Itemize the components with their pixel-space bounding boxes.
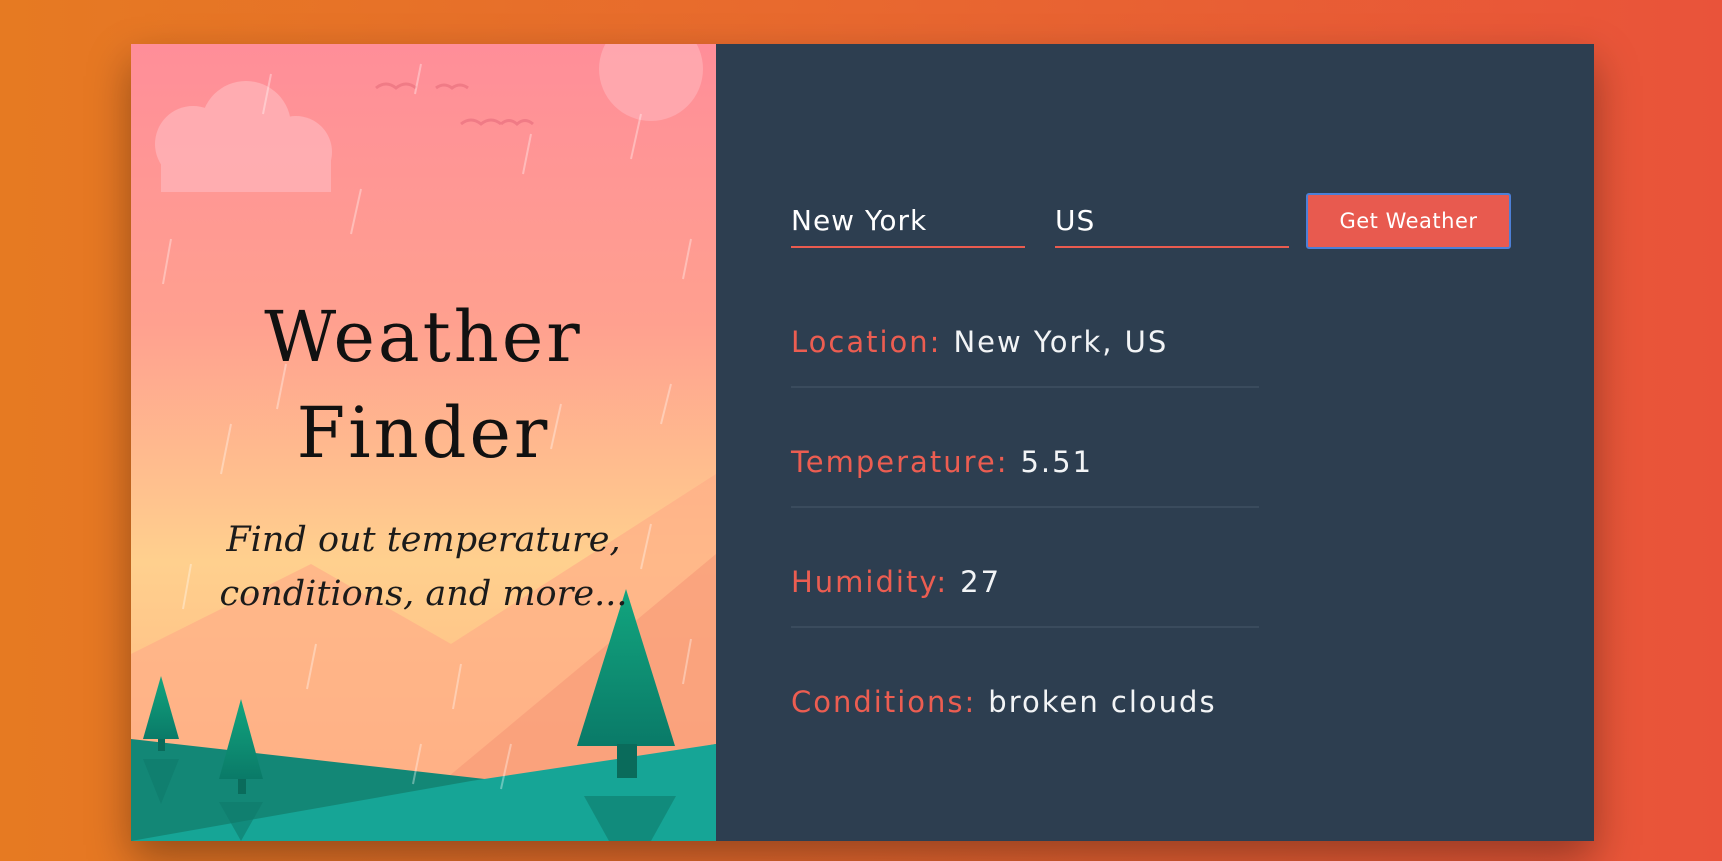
weather-card: Weather Finder Find out temperature, con… bbox=[131, 44, 1594, 841]
city-input[interactable] bbox=[791, 194, 1025, 248]
hero-panel: Weather Finder Find out temperature, con… bbox=[131, 44, 716, 841]
temperature-value: 5.51 bbox=[1020, 445, 1094, 479]
conditions-value: broken clouds bbox=[988, 685, 1217, 719]
humidity-value: 27 bbox=[960, 565, 1002, 599]
result-row-humidity: Humidity: 27 bbox=[791, 538, 1259, 628]
location-label: Location: bbox=[791, 325, 942, 359]
location-value: New York, US bbox=[953, 325, 1169, 359]
get-weather-button[interactable]: Get Weather bbox=[1306, 193, 1511, 249]
result-row-location: Location: New York, US bbox=[791, 298, 1259, 388]
form-panel: Get Weather Location: New York, US Tempe… bbox=[716, 44, 1594, 841]
subtitle-line-2: conditions, and more... bbox=[219, 574, 628, 614]
result-row-temperature: Temperature: 5.51 bbox=[791, 418, 1259, 508]
page-subtitle: Find out temperature, conditions, and mo… bbox=[131, 513, 716, 621]
country-input[interactable] bbox=[1055, 194, 1289, 248]
result-row-conditions: Conditions: broken clouds bbox=[791, 658, 1259, 746]
hero-text: Weather Finder Find out temperature, con… bbox=[131, 289, 716, 621]
page-title: Weather Finder bbox=[131, 289, 716, 481]
temperature-label: Temperature: bbox=[791, 445, 1009, 479]
title-line-2: Finder bbox=[296, 392, 551, 474]
title-line-1: Weather bbox=[264, 296, 583, 378]
humidity-label: Humidity: bbox=[791, 565, 949, 599]
subtitle-line-1: Find out temperature, bbox=[226, 520, 621, 560]
conditions-label: Conditions: bbox=[791, 685, 977, 719]
